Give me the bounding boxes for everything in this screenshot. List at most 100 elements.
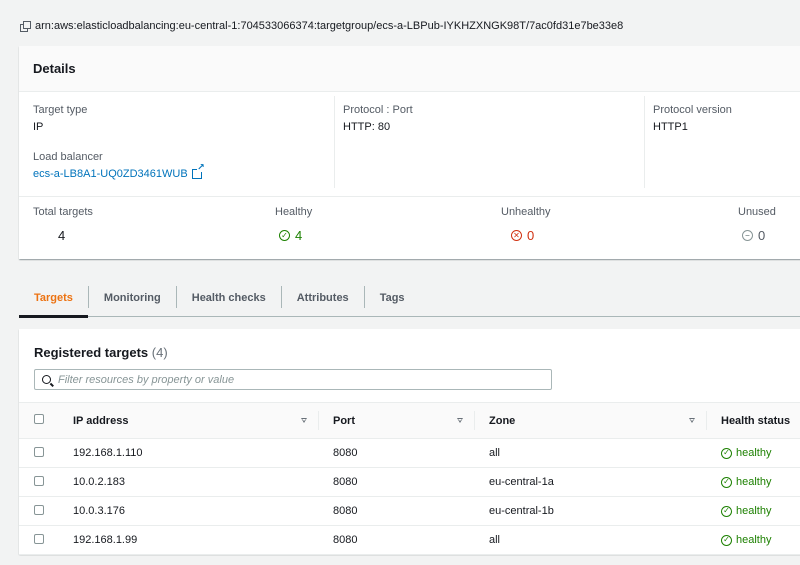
table-row[interactable]: 10.0.3.176 8080 eu-central-1b ✓ healthy bbox=[19, 496, 800, 526]
healthy-summary: Healthy ✓ 4 bbox=[275, 206, 312, 243]
ip-cell: 192.168.1.99 bbox=[59, 525, 319, 555]
total-targets-value: 4 bbox=[58, 228, 66, 243]
column-port[interactable]: Port bbox=[319, 402, 475, 439]
health-cell: ✓ healthy bbox=[707, 496, 800, 526]
minus-circle-icon: – bbox=[742, 230, 753, 241]
health-cell: ✓ healthy bbox=[707, 467, 800, 497]
health-status: ✓ healthy bbox=[721, 534, 800, 546]
port-cell: 8080 bbox=[319, 525, 475, 555]
sort-icon[interactable] bbox=[689, 418, 695, 423]
x-circle-icon: ✕ bbox=[511, 230, 522, 241]
load-balancer-label: Load balancer bbox=[33, 151, 103, 163]
zone-cell: all bbox=[475, 525, 707, 555]
zone-cell: eu-central-1a bbox=[475, 467, 707, 497]
select-all-checkbox[interactable] bbox=[34, 414, 44, 424]
arn-text: arn:aws:elasticloadbalancing:eu-central-… bbox=[35, 20, 624, 32]
sort-icon[interactable] bbox=[301, 418, 307, 423]
target-type-field: Target type IP bbox=[33, 104, 87, 133]
table-row[interactable]: 192.168.1.99 8080 all ✓ healthy bbox=[19, 525, 800, 555]
targets-table: IP address Port Zone Health status 192.1… bbox=[19, 402, 800, 555]
column-health-status-label: Health status bbox=[721, 414, 791, 427]
registered-targets-count: (4) bbox=[151, 345, 168, 360]
unused-value: 0 bbox=[758, 228, 766, 243]
sort-icon[interactable] bbox=[457, 418, 463, 423]
load-balancer-value: ecs-a-LB8A1-UQ0ZD3461WUB bbox=[33, 168, 188, 180]
registered-targets-title: Registered targets bbox=[34, 345, 149, 360]
target-type-label: Target type bbox=[33, 104, 88, 116]
arn-line: arn:aws:elasticloadbalancing:eu-central-… bbox=[20, 20, 623, 32]
health-status: ✓ healthy bbox=[721, 505, 800, 517]
table-row[interactable]: 10.0.2.183 8080 eu-central-1a ✓ healthy bbox=[19, 467, 800, 497]
health-status: ✓ healthy bbox=[721, 447, 800, 459]
tab-targets[interactable]: Targets bbox=[19, 280, 88, 318]
protocol-version-field: Protocol version HTTP1 bbox=[653, 104, 732, 133]
row-checkbox-cell bbox=[19, 467, 59, 497]
health-status: ✓ healthy bbox=[721, 476, 800, 488]
zone-cell: all bbox=[475, 438, 707, 468]
load-balancer-field: Load balancer ecs-a-LB8A1-UQ0ZD3461WUB bbox=[33, 151, 205, 180]
healthy-count: ✓ 4 bbox=[275, 228, 312, 243]
row-checkbox[interactable] bbox=[34, 446, 44, 457]
unhealthy-value: 0 bbox=[527, 228, 535, 243]
row-checkbox[interactable] bbox=[34, 533, 44, 544]
unhealthy-label: Unhealthy bbox=[501, 206, 551, 218]
column-zone-label: Zone bbox=[489, 414, 516, 427]
port-cell: 8080 bbox=[319, 438, 475, 468]
healthy-label: Healthy bbox=[275, 206, 313, 218]
unused-label: Unused bbox=[738, 206, 776, 218]
protocol-port-field: Protocol : Port HTTP: 80 bbox=[343, 104, 413, 133]
health-status-text: healthy bbox=[736, 534, 772, 546]
unused-summary: Unused – 0 bbox=[738, 206, 776, 243]
table-row[interactable]: 192.168.1.110 8080 all ✓ healthy bbox=[19, 438, 800, 468]
details-title: Details bbox=[19, 46, 800, 92]
total-targets-summary: Total targets 4 bbox=[33, 206, 93, 243]
column-port-label: Port bbox=[333, 414, 355, 427]
column-health-status[interactable]: Health status bbox=[707, 402, 800, 439]
port-cell: 8080 bbox=[319, 467, 475, 497]
unused-count: – 0 bbox=[738, 228, 776, 243]
search-icon bbox=[42, 375, 51, 384]
zone-cell: eu-central-1b bbox=[475, 496, 707, 526]
registered-targets-heading: Registered targets (4) bbox=[34, 345, 168, 360]
column-ip-address-label: IP address bbox=[73, 414, 129, 427]
unhealthy-summary: Unhealthy ✕ 0 bbox=[501, 206, 551, 243]
filter-box bbox=[34, 369, 552, 390]
unhealthy-count: ✕ 0 bbox=[501, 228, 551, 243]
column-divider bbox=[644, 96, 645, 188]
tab-monitoring[interactable]: Monitoring bbox=[89, 280, 176, 317]
port-cell: 8080 bbox=[319, 496, 475, 526]
tab-attributes[interactable]: Attributes bbox=[282, 280, 364, 317]
column-zone[interactable]: Zone bbox=[475, 402, 707, 439]
health-status-text: healthy bbox=[736, 505, 772, 517]
table-header-row: IP address Port Zone Health status bbox=[19, 402, 800, 439]
load-balancer-link[interactable]: ecs-a-LB8A1-UQ0ZD3461WUB bbox=[33, 163, 205, 180]
select-all-cell bbox=[19, 402, 59, 439]
check-circle-icon: ✓ bbox=[721, 534, 732, 546]
protocol-version-value: HTTP1 bbox=[653, 121, 688, 133]
row-checkbox-cell bbox=[19, 525, 59, 555]
protocol-port-value: HTTP: 80 bbox=[343, 121, 391, 133]
row-checkbox[interactable] bbox=[34, 504, 44, 515]
external-link-icon bbox=[191, 163, 205, 179]
ip-cell: 10.0.3.176 bbox=[59, 496, 319, 526]
tab-health-checks[interactable]: Health checks bbox=[177, 280, 281, 317]
tab-bar: Targets Monitoring Health checks Attribu… bbox=[19, 280, 800, 318]
row-checkbox-cell bbox=[19, 438, 59, 468]
health-status-text: healthy bbox=[736, 447, 772, 459]
healthy-value: 4 bbox=[295, 228, 303, 243]
check-circle-icon: ✓ bbox=[721, 505, 732, 517]
summary-divider bbox=[19, 196, 800, 197]
protocol-port-label: Protocol : Port bbox=[343, 104, 413, 116]
ip-cell: 192.168.1.110 bbox=[59, 438, 319, 468]
check-circle-icon: ✓ bbox=[721, 447, 732, 459]
row-checkbox[interactable] bbox=[34, 475, 44, 486]
health-cell: ✓ healthy bbox=[707, 525, 800, 555]
column-ip-address[interactable]: IP address bbox=[59, 402, 319, 439]
tab-tags[interactable]: Tags bbox=[365, 280, 420, 317]
details-panel: Details Target type IP Load balancer ecs… bbox=[19, 46, 800, 259]
row-checkbox-cell bbox=[19, 496, 59, 526]
copy-icon[interactable] bbox=[20, 21, 31, 32]
filter-input[interactable] bbox=[58, 373, 538, 386]
check-circle-icon: ✓ bbox=[279, 230, 290, 241]
health-cell: ✓ healthy bbox=[707, 438, 800, 468]
